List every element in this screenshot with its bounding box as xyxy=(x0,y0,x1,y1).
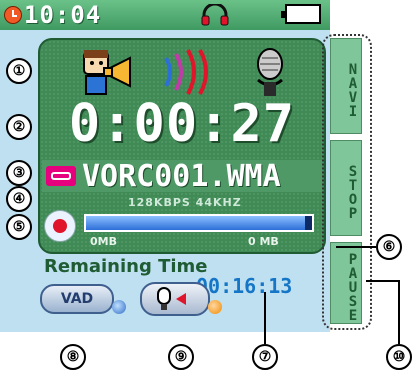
filename: VORC001.WMA xyxy=(82,159,281,194)
remaining-time-value: 00:16:13 xyxy=(196,274,293,298)
callout-9: ⑨ xyxy=(168,344,194,370)
callout-6-leader xyxy=(336,246,376,248)
remaining-time-label: Remaining Time xyxy=(44,256,208,277)
side-buttons-frame xyxy=(322,34,372,330)
record-icon[interactable] xyxy=(44,210,76,242)
mode-icons-row xyxy=(40,44,324,98)
callout-6: ⑥ xyxy=(376,234,402,260)
vad-indicator xyxy=(112,300,126,314)
player-panel: 0:00:27 VORC001.WMA 128KBPS 44KHZ 0MB 0 … xyxy=(38,38,326,254)
callout-4: ④ xyxy=(6,186,32,212)
speaker-person-icon xyxy=(83,50,131,95)
clock-icon xyxy=(4,6,22,24)
callout-7: ⑦ xyxy=(252,344,278,370)
microphone-icon xyxy=(257,48,283,96)
callout-10-leader-h xyxy=(366,280,398,282)
callout-10-leader-v xyxy=(398,280,400,344)
progress-bar xyxy=(84,214,314,232)
bitrate-info: 128KBPS 44KHZ xyxy=(128,196,242,209)
clock-display: 10:04 xyxy=(24,1,102,29)
mic-button-icon xyxy=(157,287,186,310)
mic-button[interactable] xyxy=(140,282,210,316)
progress-fill xyxy=(86,216,306,230)
elapsed-time: 0:00:27 xyxy=(68,94,296,154)
headphones-icon xyxy=(201,4,229,26)
vad-button[interactable]: VAD xyxy=(40,284,114,314)
status-bar: 10:04 xyxy=(0,0,330,30)
callout-1: ① xyxy=(6,58,32,84)
callout-3: ③ xyxy=(6,160,32,186)
file-row: VORC001.WMA xyxy=(42,159,322,194)
callout-10: ⑩ xyxy=(386,344,412,370)
mic-indicator xyxy=(208,300,222,314)
callout-2: ② xyxy=(6,114,32,140)
callout-5: ⑤ xyxy=(6,214,32,240)
cassette-file-icon xyxy=(46,166,76,186)
device-screen: 10:04 0:00:27 VORC001.WMA 128KBPS 44KHZ … xyxy=(0,0,330,332)
sound-waves-icon xyxy=(164,49,208,95)
battery-icon xyxy=(281,4,321,24)
callout-7-leader xyxy=(264,292,266,344)
mb-end-label: 0 MB xyxy=(248,235,279,248)
mb-start-label: 0MB xyxy=(90,235,117,248)
callout-8: ⑧ xyxy=(60,344,86,370)
